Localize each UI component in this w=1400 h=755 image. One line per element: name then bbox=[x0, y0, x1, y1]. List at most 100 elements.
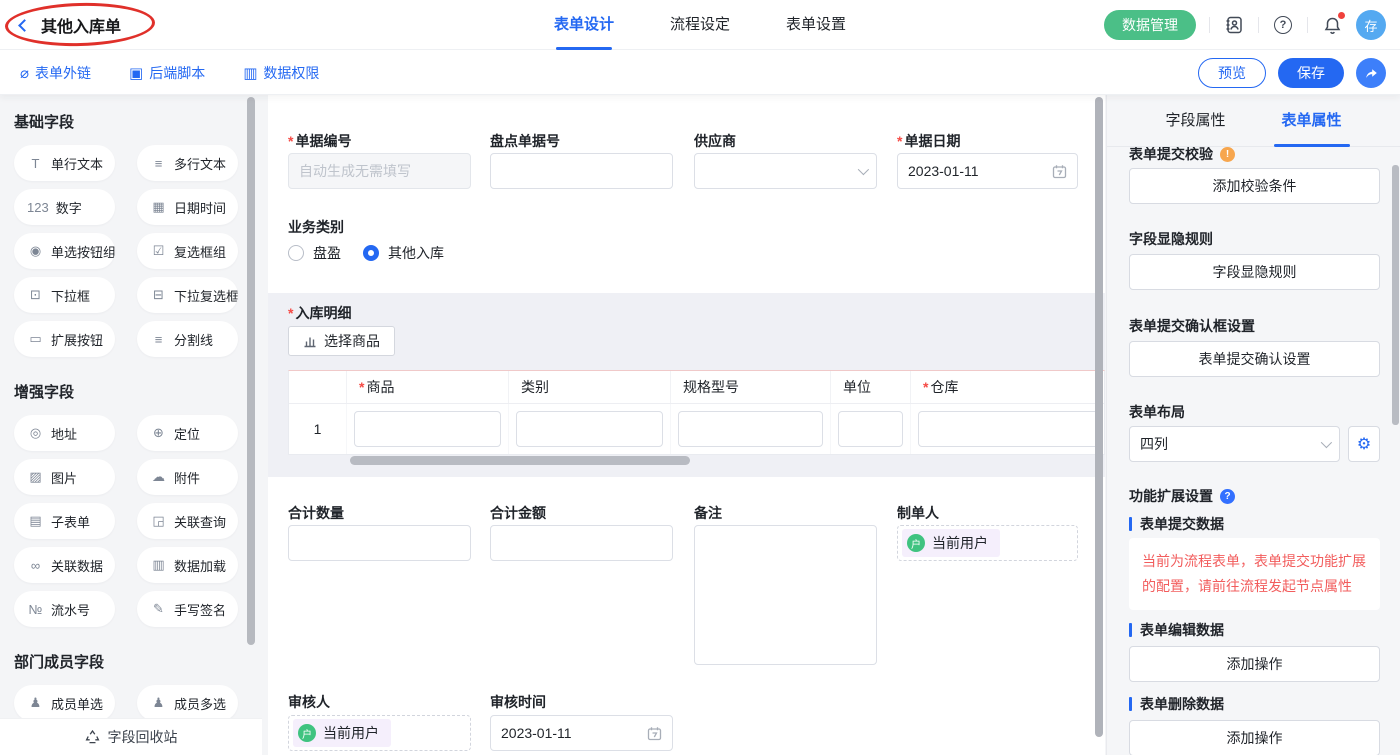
panel-scrollbar[interactable] bbox=[1392, 165, 1399, 425]
layout-select[interactable]: 四列 bbox=[1129, 426, 1340, 462]
detail-cell-input-spec[interactable] bbox=[678, 411, 823, 447]
sidebar-item-number[interactable]: 123数字 bbox=[14, 189, 115, 225]
delete-data-add-button[interactable]: 添加操作 bbox=[1129, 720, 1380, 755]
sidebar-scrollbar[interactable] bbox=[247, 97, 255, 645]
detail-table-hscrollbar[interactable] bbox=[350, 456, 690, 465]
preview-button[interactable]: 预览 bbox=[1198, 58, 1266, 88]
sidebar-item-address[interactable]: ◎地址 bbox=[14, 415, 115, 451]
calendar-icon bbox=[1052, 164, 1067, 179]
contacts-book-icon[interactable] bbox=[1223, 14, 1245, 36]
link-icon: ⌀ bbox=[20, 64, 29, 82]
related-data-icon: ∞ bbox=[27, 558, 44, 573]
signature-icon: ✎ bbox=[150, 601, 167, 617]
radio-option-panying[interactable]: 盘盈 bbox=[288, 243, 341, 263]
field-recycle-bin[interactable]: 字段回收站 bbox=[0, 718, 262, 755]
detail-column-unit: 单位 bbox=[831, 371, 911, 403]
app-header: 其他入库单 表单设计 流程设定 表单设置 数据管理 ? bbox=[0, 0, 1400, 50]
gear-icon: ⚙ bbox=[1357, 434, 1371, 454]
subsection-submit-data: 表单提交数据 bbox=[1129, 514, 1224, 534]
detail-cell-input-unit[interactable] bbox=[838, 411, 903, 447]
sidebar-item-label: 成员多选 bbox=[174, 694, 226, 713]
sidebar-item-multi-select[interactable]: ⊟下拉复选框 bbox=[137, 277, 238, 313]
sidebar-item-related-data[interactable]: ∞关联数据 bbox=[14, 547, 115, 583]
tab-field-properties[interactable]: 字段属性 bbox=[1165, 95, 1225, 147]
section-label-submit-check: 表单提交校验 ! bbox=[1129, 144, 1235, 164]
tab-form-setting[interactable]: 表单设置 bbox=[786, 0, 846, 50]
notification-bell-icon[interactable] bbox=[1321, 14, 1343, 36]
section-bar bbox=[1129, 517, 1132, 531]
total-qty-input[interactable] bbox=[288, 525, 471, 561]
text-single-icon: T bbox=[27, 156, 44, 171]
share-button[interactable] bbox=[1356, 58, 1386, 88]
sidebar-item-location[interactable]: ⊕定位 bbox=[137, 415, 238, 451]
auditor-field[interactable]: 户 当前用户 bbox=[288, 715, 471, 751]
total-amt-input[interactable] bbox=[490, 525, 673, 561]
sidebar-item-signature[interactable]: ✎手写签名 bbox=[137, 591, 238, 627]
detail-cell-input-category[interactable] bbox=[516, 411, 663, 447]
check-no-input[interactable] bbox=[490, 153, 673, 189]
data-permission-link[interactable]: ▥ 数据权限 bbox=[243, 63, 319, 83]
sidebar-item-extend-button[interactable]: ▭扩展按钮 bbox=[14, 321, 115, 357]
detail-column-index bbox=[289, 371, 347, 403]
sidebar-item-checkbox-group[interactable]: ☑复选框组 bbox=[137, 233, 238, 269]
add-validation-button[interactable]: 添加校验条件 bbox=[1129, 168, 1380, 204]
doc-no-input[interactable] bbox=[288, 153, 471, 189]
warning-icon: ! bbox=[1220, 147, 1235, 162]
visibility-rules-button[interactable]: 字段显隐规则 bbox=[1129, 254, 1380, 290]
tab-form-properties[interactable]: 表单属性 bbox=[1282, 95, 1342, 147]
sidebar-item-member-multi[interactable]: ♟成员多选 bbox=[137, 685, 238, 721]
section-label-visibility: 字段显隐规则 bbox=[1129, 229, 1213, 249]
select-product-button[interactable]: 选择商品 bbox=[288, 326, 395, 356]
remark-textarea[interactable] bbox=[694, 525, 877, 665]
detail-cell-input-product[interactable] bbox=[354, 411, 501, 447]
section-bar bbox=[1129, 623, 1132, 637]
sidebar-item-attachment[interactable]: ☁附件 bbox=[137, 459, 238, 495]
section-title-enhanced-fields: 增强字段 bbox=[14, 381, 248, 402]
chevron-down-icon bbox=[1321, 437, 1332, 448]
sidebar-item-text-single[interactable]: T单行文本 bbox=[14, 145, 115, 181]
sidebar-item-subform[interactable]: ▤子表单 bbox=[14, 503, 115, 539]
sidebar-item-datetime[interactable]: ▦日期时间 bbox=[137, 189, 238, 225]
sidebar-item-divider[interactable]: ≡分割线 bbox=[137, 321, 238, 357]
backend-script-link[interactable]: ▣ 后端脚本 bbox=[129, 63, 205, 83]
help-badge-icon[interactable]: ? bbox=[1220, 489, 1235, 504]
tab-flow-setting[interactable]: 流程设定 bbox=[670, 0, 730, 50]
canvas-scrollbar[interactable] bbox=[1095, 97, 1103, 737]
sidebar-item-data-load[interactable]: ▥数据加载 bbox=[137, 547, 238, 583]
detail-table-header: *商品类别规格型号单位*仓库 bbox=[289, 371, 1104, 404]
sidebar-item-select[interactable]: ⊡下拉框 bbox=[14, 277, 115, 313]
tab-form-design[interactable]: 表单设计 bbox=[554, 0, 614, 50]
save-button[interactable]: 保存 bbox=[1278, 58, 1344, 88]
submit-confirm-button[interactable]: 表单提交确认设置 bbox=[1129, 341, 1380, 377]
sidebar-item-text-multi[interactable]: ≡多行文本 bbox=[137, 145, 238, 181]
sidebar-item-related-query[interactable]: ◲关联查询 bbox=[137, 503, 238, 539]
sidebar-item-member-single[interactable]: ♟成员单选 bbox=[14, 685, 115, 721]
location-icon: ⊕ bbox=[150, 425, 167, 441]
current-user-tag: 户 当前用户 bbox=[902, 529, 1000, 557]
data-manage-button[interactable]: 数据管理 bbox=[1104, 10, 1196, 40]
detail-cell-input-warehouse[interactable] bbox=[918, 411, 1103, 447]
supplier-select[interactable] bbox=[694, 153, 877, 189]
detail-column-spec: 规格型号 bbox=[671, 371, 831, 403]
creator-field[interactable]: 户 当前用户 bbox=[897, 525, 1078, 561]
sidebar-item-label: 流水号 bbox=[51, 600, 90, 619]
bar-chart-icon bbox=[303, 335, 317, 348]
sidebar-item-radio-group[interactable]: ◉单选按钮组 bbox=[14, 233, 115, 269]
radio-option-other-inbound[interactable]: 其他入库 bbox=[363, 243, 444, 263]
layout-settings-button[interactable]: ⚙ bbox=[1348, 426, 1380, 462]
radio-group-icon: ◉ bbox=[27, 243, 44, 259]
sidebar-item-serial-number[interactable]: №流水号 bbox=[14, 591, 115, 627]
form-external-link[interactable]: ⌀ 表单外链 bbox=[20, 63, 91, 83]
audit-time-input[interactable]: 2023-01-11 bbox=[490, 715, 673, 751]
back-icon[interactable] bbox=[18, 19, 31, 32]
user-avatar[interactable]: 存 bbox=[1356, 10, 1386, 40]
field-palette-sidebar: 基础字段 T单行文本≡多行文本123数字▦日期时间◉单选按钮组☑复选框组⊡下拉框… bbox=[0, 95, 262, 755]
help-icon[interactable]: ? bbox=[1272, 14, 1294, 36]
sidebar-item-image[interactable]: ▨图片 bbox=[14, 459, 115, 495]
doc-date-input[interactable]: 2023-01-11 bbox=[897, 153, 1078, 189]
divider bbox=[1307, 17, 1308, 33]
divider bbox=[1209, 17, 1210, 33]
edit-data-add-button[interactable]: 添加操作 bbox=[1129, 646, 1380, 682]
detail-table: *商品类别规格型号单位*仓库 1 bbox=[288, 370, 1105, 455]
sidebar-item-label: 分割线 bbox=[174, 330, 213, 349]
